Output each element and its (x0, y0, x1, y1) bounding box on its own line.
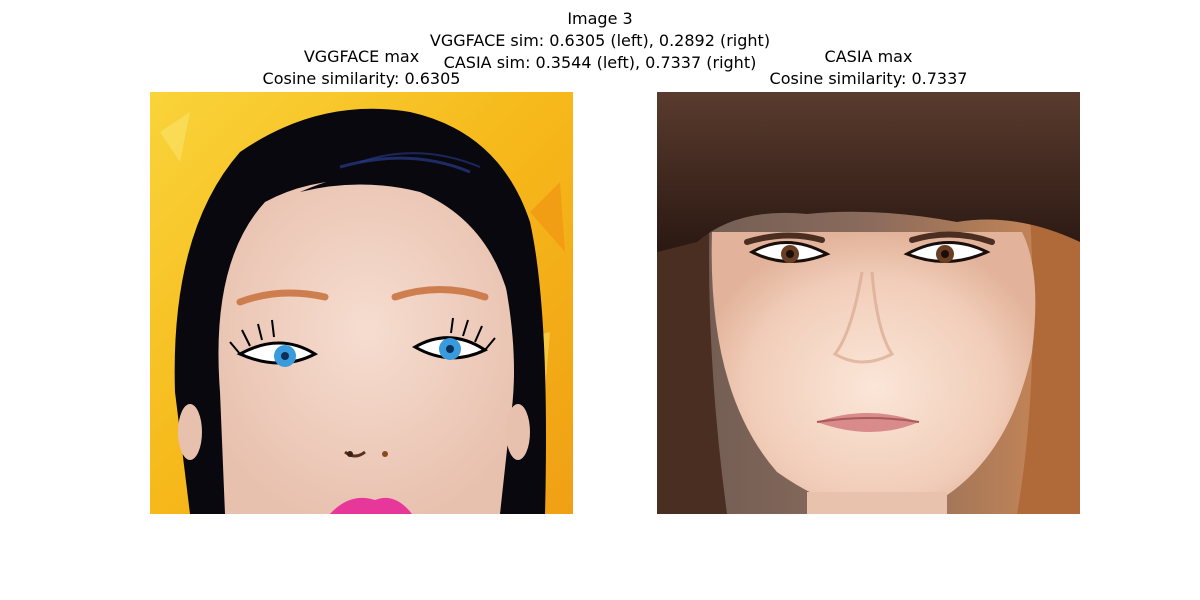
left-panel-title-similarity: Cosine similarity: 0.6305 (262, 69, 461, 88)
right-face-image (657, 92, 1080, 514)
suptitle-line-1: Image 3 (567, 9, 633, 28)
photo-face-graphic (657, 92, 1080, 514)
right-panel-title-similarity: Cosine similarity: 0.7337 (769, 69, 968, 88)
illustrated-face-graphic (150, 92, 573, 514)
right-panel-title: CASIA max Cosine similarity: 0.7337 (657, 46, 1080, 90)
right-panel-title-model: CASIA max (824, 47, 913, 66)
left-panel-title-model: VGGFACE max (303, 47, 420, 66)
left-panel-title: VGGFACE max Cosine similarity: 0.6305 (150, 46, 573, 90)
left-face-image (150, 92, 573, 514)
